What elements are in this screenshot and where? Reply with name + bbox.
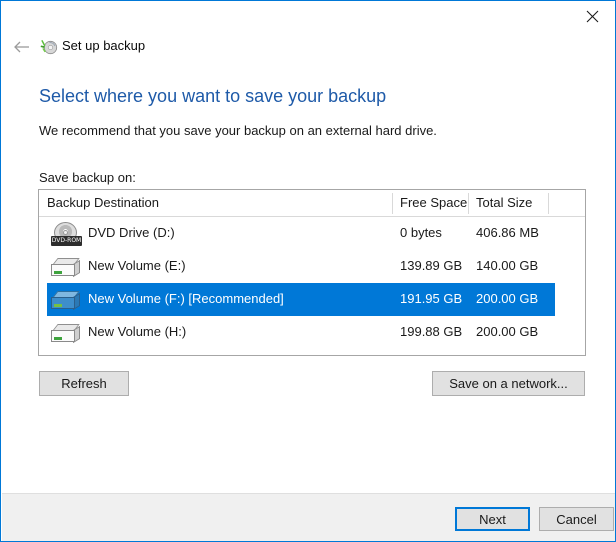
table-header-row: Backup Destination Free Space Total Size <box>39 190 585 217</box>
dvd-drive-icon: DVD-ROM <box>51 222 85 248</box>
close-icon <box>586 10 599 23</box>
row-destination-name: New Volume (H:) <box>88 324 186 339</box>
save-backup-on-label: Save backup on: <box>39 170 136 185</box>
navigation-bar: Set up backup <box>1 31 615 63</box>
page-subtitle: We recommend that you save your backup o… <box>39 123 437 138</box>
row-free-space: 199.88 GB <box>400 324 462 339</box>
cancel-button[interactable]: Cancel <box>539 507 614 531</box>
row-total-size: 406.86 MB <box>476 225 539 240</box>
window-title: Set up backup <box>62 38 145 53</box>
refresh-button[interactable]: Refresh <box>39 371 129 396</box>
hard-drive-icon <box>51 288 85 314</box>
dvd-rom-label: DVD-ROM <box>51 236 82 246</box>
dialog-footer: Next Cancel <box>2 493 615 542</box>
column-divider[interactable] <box>468 193 469 214</box>
back-button[interactable] <box>10 35 34 59</box>
page-title: Select where you want to save your backu… <box>39 86 386 107</box>
column-divider[interactable] <box>548 193 549 214</box>
column-divider[interactable] <box>392 193 393 214</box>
hard-drive-icon <box>51 255 85 281</box>
row-destination-name: DVD Drive (D:) <box>88 225 175 240</box>
backup-destination-list[interactable]: Backup Destination Free Space Total Size… <box>38 189 586 356</box>
column-header-destination[interactable]: Backup Destination <box>47 195 159 210</box>
row-free-space: 139.89 GB <box>400 258 462 273</box>
row-destination-name: New Volume (E:) <box>88 258 186 273</box>
set-up-backup-window: Set up backup Select where you want to s… <box>0 0 616 542</box>
table-row-selected[interactable]: New Volume (F:) [Recommended] 191.95 GB … <box>39 283 585 316</box>
table-row[interactable]: New Volume (H:) 199.88 GB 200.00 GB <box>39 316 585 349</box>
row-total-size: 200.00 GB <box>476 291 538 306</box>
save-on-network-button[interactable]: Save on a network... <box>432 371 585 396</box>
row-total-size: 200.00 GB <box>476 324 538 339</box>
close-window-button[interactable] <box>569 1 615 31</box>
row-free-space: 191.95 GB <box>400 291 462 306</box>
title-bar <box>1 1 615 31</box>
content-area: Select where you want to save your backu… <box>2 63 615 493</box>
hard-drive-icon <box>51 321 85 347</box>
row-free-space: 0 bytes <box>400 225 442 240</box>
table-row[interactable]: New Volume (E:) 139.89 GB 140.00 GB <box>39 250 585 283</box>
column-header-free-space[interactable]: Free Space <box>400 195 467 210</box>
row-total-size: 140.00 GB <box>476 258 538 273</box>
backup-icon <box>38 37 58 57</box>
table-row[interactable]: DVD-ROM DVD Drive (D:) 0 bytes 406.86 MB <box>39 217 585 250</box>
column-header-total-size[interactable]: Total Size <box>476 195 532 210</box>
back-arrow-icon <box>13 40 31 54</box>
next-button[interactable]: Next <box>455 507 530 531</box>
row-destination-name: New Volume (F:) [Recommended] <box>88 291 284 306</box>
